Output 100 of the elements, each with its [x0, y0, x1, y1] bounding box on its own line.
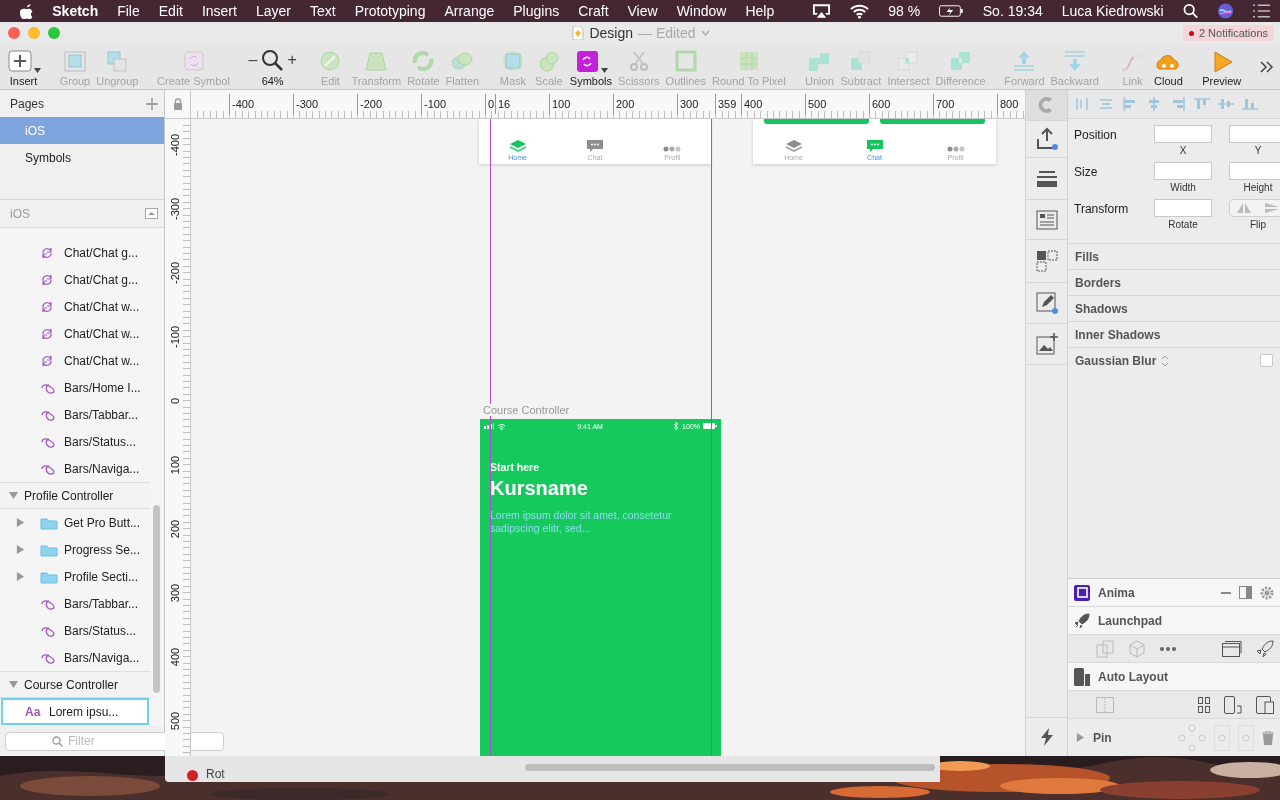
zoom-in-button[interactable]: + — [287, 50, 297, 69]
frame-icon — [1096, 696, 1114, 713]
number-field[interactable] — [1154, 199, 1212, 217]
layer-row[interactable]: Progress Se... — [1, 536, 149, 563]
menu-item[interactable]: Plugins — [513, 3, 560, 19]
menu-item[interactable]: Prototyping — [354, 3, 426, 19]
layer-row[interactable]: Profile Secti... — [1, 563, 149, 590]
ruler-label: 600 — [869, 94, 891, 114]
zoom-out-button[interactable]: – — [248, 50, 258, 69]
layer-row[interactable]: Chat/Chat w... — [1, 320, 149, 347]
toolbar-button[interactable]: Symbols — [569, 46, 613, 87]
course-title: Kursname — [490, 477, 589, 500]
inspector-section[interactable]: Inner Shadows — [1068, 321, 1280, 347]
menu-item[interactable]: Arrange — [444, 3, 495, 19]
loop-icon — [40, 381, 56, 394]
layer-row[interactable]: Bars/Tabbar... — [1, 401, 149, 428]
caret-down-icon[interactable] — [9, 680, 18, 689]
caret-down-icon[interactable] — [9, 491, 18, 500]
property-label: Transform — [1074, 201, 1130, 216]
artboard-name: Profile Controller — [24, 488, 114, 503]
caret-right-icon[interactable] — [16, 518, 25, 527]
notification-dot — [1188, 30, 1194, 36]
more-icon — [1160, 646, 1176, 651]
artboard-row[interactable]: Profile Controller — [0, 482, 150, 509]
caret-right-icon[interactable] — [16, 545, 25, 554]
minimize-button[interactable] — [28, 27, 40, 39]
user-name[interactable]: Luca Kiedrowski — [1061, 3, 1164, 19]
align-top-icon[interactable] — [1194, 97, 1210, 111]
layer-name: Progress Se... — [64, 542, 141, 557]
layer-row[interactable]: Bars/Naviga... — [1, 644, 149, 671]
toolbar-button[interactable]: Insert — [6, 46, 41, 87]
scrollbar-thumb[interactable] — [525, 764, 935, 771]
circular-arrows-icon — [40, 353, 54, 368]
number-field[interactable] — [1154, 125, 1212, 143]
menu-item[interactable]: Edit — [158, 3, 183, 19]
align-right-icon[interactable] — [1170, 97, 1186, 111]
toolbar-button[interactable]: Cloud — [1153, 46, 1184, 87]
menu-item[interactable]: Insert — [201, 3, 237, 19]
plugin-name: Auto Layout — [1098, 669, 1168, 684]
menu-item[interactable]: Craft — [578, 3, 609, 19]
plus-icon — [6, 48, 34, 73]
artboard-title: Course Controller — [483, 404, 570, 416]
menu-item[interactable]: Window — [676, 3, 727, 19]
layer-row[interactable]: Chat/Chat w... — [1, 293, 149, 320]
duplicate-icon — [1096, 639, 1114, 658]
inspector-section[interactable]: Shadows — [1068, 295, 1280, 321]
menu-item[interactable]: Text — [309, 3, 336, 19]
app-menu[interactable]: Sketch — [52, 3, 99, 19]
inspector-section[interactable]: Fills — [1068, 243, 1280, 269]
layer-row[interactable]: Bars/Tabbar... — [1, 590, 149, 617]
squares-icon — [1035, 250, 1058, 272]
layer-row[interactable]: Chat/Chat g... — [1, 239, 149, 266]
inspector-section[interactable]: Gaussian Blur — [1068, 347, 1280, 373]
distribute-vertical-icon[interactable] — [1098, 97, 1114, 111]
layer-row[interactable]: Chat/Chat w... — [1, 347, 149, 374]
flip-control[interactable] — [1229, 199, 1280, 217]
artboard-row[interactable]: Course Controller — [0, 671, 150, 698]
pen-edit-icon — [1034, 291, 1059, 315]
layer-row[interactable]: Bars/Home I... — [1, 374, 149, 401]
rocket-outline-icon — [1256, 639, 1274, 658]
caret-right-icon[interactable] — [1076, 733, 1085, 742]
section-title: Gaussian Blur — [1075, 353, 1157, 368]
zoom-button[interactable] — [48, 27, 60, 39]
field-caption: Height — [1243, 182, 1273, 193]
align-left-icon[interactable] — [1122, 97, 1138, 111]
scrollbar-thumb[interactable] — [153, 505, 160, 693]
plugin-name: Pin — [1093, 730, 1112, 745]
layer-row[interactable]: Bars/Status... — [1, 428, 149, 455]
layer-row[interactable]: Chat/Chat g... — [1, 266, 149, 293]
menu-item[interactable]: File — [117, 3, 140, 19]
menu-item[interactable]: Layer — [255, 3, 291, 19]
layer-name: Bars/Tabbar... — [64, 596, 139, 611]
menu-item[interactable]: View — [627, 3, 658, 19]
align-bottom-icon[interactable] — [1242, 97, 1258, 111]
layer-row[interactable]: Bars/Status... — [1, 617, 149, 644]
page-item[interactable]: Symbols — [0, 144, 164, 171]
align-center-icon[interactable] — [1146, 97, 1162, 111]
inspector-section[interactable]: Borders — [1068, 269, 1280, 295]
checkbox[interactable] — [1260, 354, 1273, 367]
flip-vertical-icon — [1265, 203, 1279, 213]
ruler-label: 0 — [169, 396, 181, 407]
notifications-button[interactable]: 2 Notifications — [1182, 25, 1274, 41]
plus-icon — [146, 97, 158, 110]
layer-row[interactable]: Get Pro Butt... — [1, 509, 149, 536]
layer-name: Bars/Tabbar... — [64, 407, 139, 422]
menu-item[interactable]: Help — [745, 3, 775, 19]
layer-row[interactable]: Bars/Naviga... — [1, 455, 149, 482]
dots-icon — [663, 146, 682, 152]
number-field[interactable] — [1229, 162, 1280, 180]
caret-right-icon[interactable] — [16, 572, 25, 581]
number-field[interactable] — [1229, 125, 1280, 143]
toolbar-button[interactable]: Preview — [1202, 46, 1242, 87]
distribute-horizontal-icon[interactable] — [1074, 97, 1090, 111]
align-middle-icon[interactable] — [1218, 97, 1234, 111]
number-field[interactable] — [1154, 162, 1212, 180]
image-add-icon — [1035, 333, 1058, 355]
layer-row[interactable]: Aa Lorem ipsu... — [1, 698, 149, 725]
close-button[interactable] — [8, 27, 20, 39]
window-label: Rot — [206, 767, 225, 781]
layer-name: Lorem ipsu... — [49, 704, 119, 719]
